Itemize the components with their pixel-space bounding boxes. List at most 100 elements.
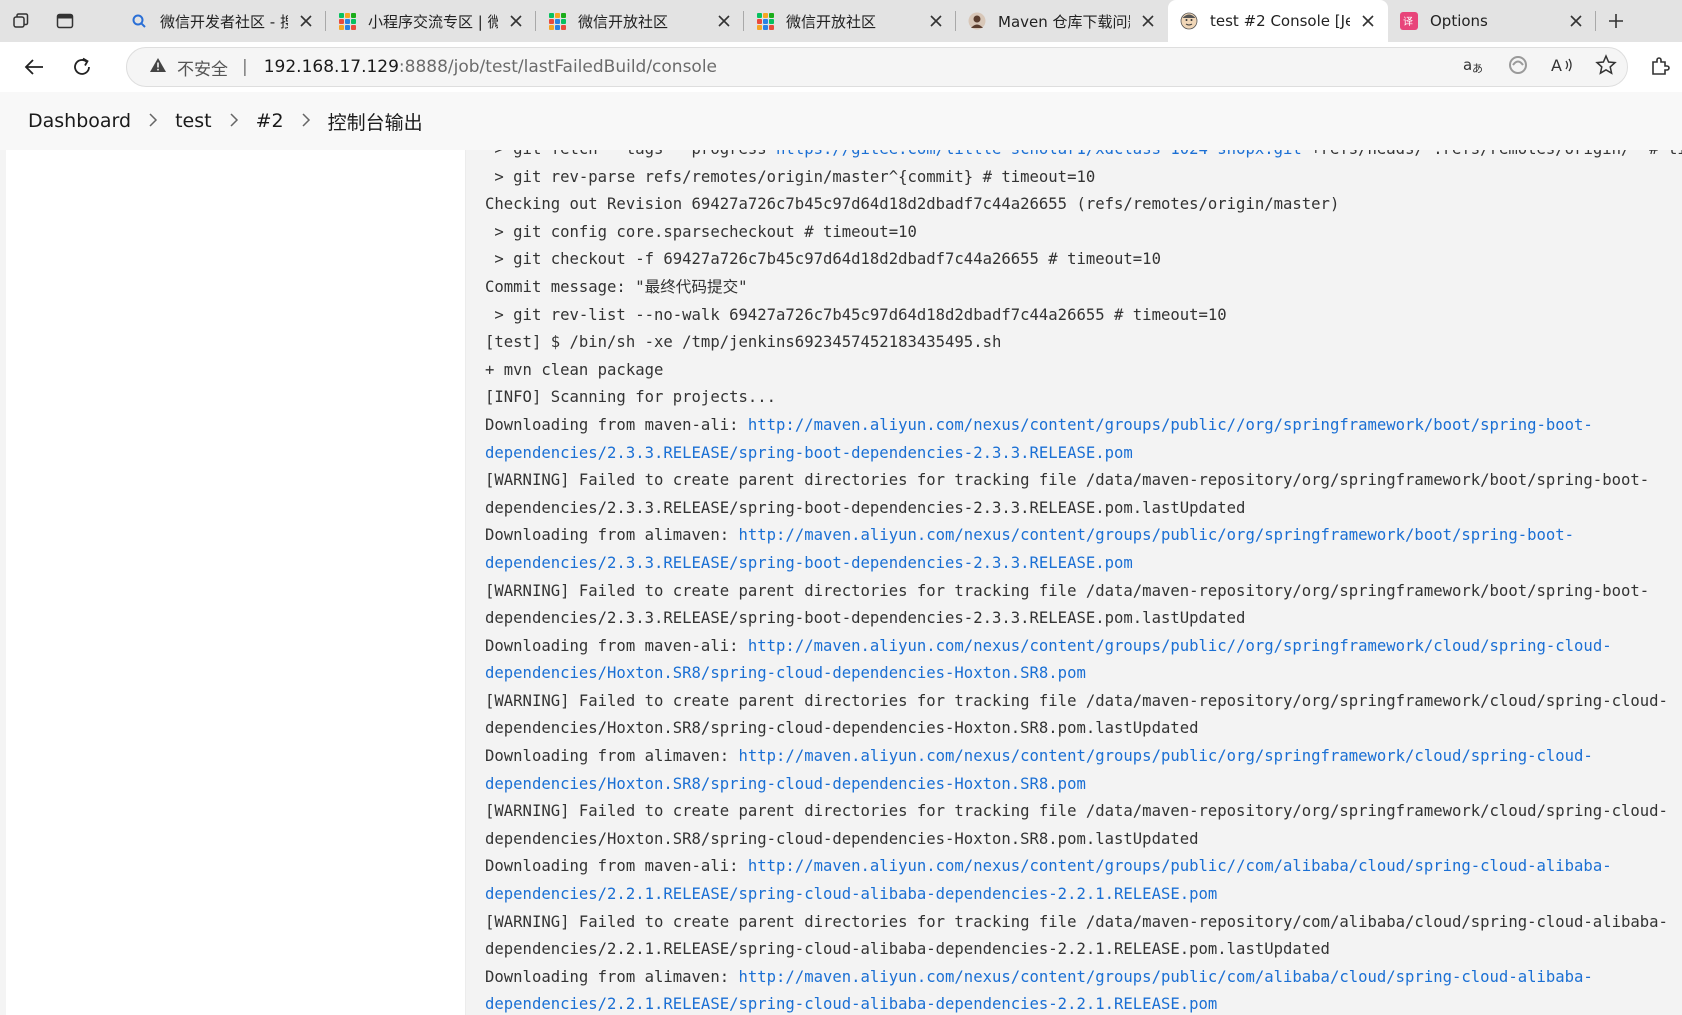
console-link[interactable]: http://maven.aliyun.com/nexus/content/gr… <box>738 747 1592 765</box>
console-line: Downloading from alimaven: http://maven.… <box>485 522 1675 550</box>
console-line: Downloading from alimaven: http://maven.… <box>485 743 1675 771</box>
translate-favicon-icon: 译 <box>1400 12 1418 30</box>
console-text: > git checkout -f 69427a726c7b45c97d64d1… <box>485 250 1161 269</box>
console-line: dependencies/Hoxton.SR8/spring-cloud-dep… <box>485 771 1675 799</box>
tab-title: 微信开放社区 <box>786 12 877 31</box>
extensions-puzzle-icon[interactable] <box>1640 47 1680 87</box>
console-output: > git fetch --tags --progress https://gi… <box>466 150 1682 1015</box>
read-aloud-translate-icon[interactable]: aあ <box>1463 55 1485 80</box>
console-line: > git fetch --tags --progress https://gi… <box>485 150 1682 164</box>
console-text: dependencies/Hoxton.SR8/spring-cloud-dep… <box>485 829 1199 848</box>
console-text: dependencies/2.3.3.RELEASE/spring-boot-d… <box>485 498 1246 517</box>
read-aloud-icon[interactable]: A <box>1551 55 1573 80</box>
console-text: [WARNING] Failed to create parent direct… <box>485 581 1650 600</box>
console-text: Downloading from maven-ali: <box>485 415 748 434</box>
breadcrumb-build[interactable]: #2 <box>256 110 284 132</box>
search-favicon-icon <box>130 12 148 30</box>
console-link[interactable]: http://maven.aliyun.com/nexus/content/gr… <box>748 857 1612 875</box>
close-tab-icon[interactable] <box>1138 11 1158 31</box>
console-text: +refs/heads/*:refs/remotes/origin/* # ti… <box>1302 150 1682 158</box>
console-text: Downloading from alimaven: <box>485 526 739 545</box>
console-line: dependencies/Hoxton.SR8/spring-cloud-dep… <box>485 826 1675 854</box>
browser-essentials-icon[interactable] <box>1507 54 1529 81</box>
console-line: dependencies/Hoxton.SR8/spring-cloud-dep… <box>485 715 1675 743</box>
console-link[interactable]: http://maven.aliyun.com/nexus/content/gr… <box>738 968 1592 986</box>
console-line: > git checkout -f 69427a726c7b45c97d64d1… <box>485 246 1675 274</box>
favorite-star-icon[interactable] <box>1595 53 1617 81</box>
console-text: > git fetch --tags --progress <box>485 150 776 158</box>
breadcrumb-console-output[interactable]: 控制台输出 <box>328 108 423 135</box>
console-line: Downloading from maven-ali: http://maven… <box>485 853 1675 881</box>
console-line: > git rev-list --no-walk 69427a726c7b45c… <box>485 302 1675 330</box>
wechat-community-favicon-icon <box>338 12 356 30</box>
console-line: Downloading from maven-ali: http://maven… <box>485 633 1675 661</box>
console-line: [test] $ /bin/sh -xe /tmp/jenkins6923457… <box>485 329 1675 357</box>
tab-options[interactable]: 译 Options <box>1388 0 1596 42</box>
console-text: + mvn clean package <box>485 360 664 379</box>
tab-wechat-open-community-1[interactable]: 微信开放社区 <box>536 0 744 42</box>
console-text: [INFO] Scanning for projects... <box>485 388 777 407</box>
console-text: > git rev-parse refs/remotes/origin/mast… <box>485 167 1096 186</box>
console-link[interactable]: http://maven.aliyun.com/nexus/content/gr… <box>748 637 1612 655</box>
tab-wechat-search[interactable]: 微信开发者社区 - 搜索 <box>118 0 326 42</box>
address-bar[interactable]: 不安全 | 192.168.17.129 :8888/job/test/last… <box>126 47 1628 87</box>
chevron-right-icon <box>212 112 256 131</box>
console-link[interactable]: dependencies/2.2.1.RELEASE/spring-cloud-… <box>485 885 1217 903</box>
tab-title: 小程序交流专区 | 微信 <box>368 12 498 31</box>
tab-miniprogram-forum[interactable]: 小程序交流专区 | 微信 <box>326 0 536 42</box>
back-arrow-icon[interactable] <box>10 47 58 87</box>
browser-toolbar: 不安全 | 192.168.17.129 :8888/job/test/last… <box>0 42 1682 92</box>
console-text: dependencies/2.2.1.RELEASE/spring-cloud-… <box>485 940 1330 959</box>
console-text: > git rev-list --no-walk 69427a726c7b45c… <box>485 305 1227 324</box>
security-label[interactable]: 不安全 <box>177 55 228 80</box>
close-tab-icon[interactable] <box>926 11 946 31</box>
close-tab-icon[interactable] <box>1566 11 1586 31</box>
console-line: Downloading from alimaven: http://maven.… <box>485 964 1675 992</box>
console-link[interactable]: dependencies/2.3.3.RELEASE/spring-boot-d… <box>485 554 1133 572</box>
console-line: Commit message: "最终代码提交" <box>485 274 1675 302</box>
console-text: dependencies/Hoxton.SR8/spring-cloud-dep… <box>485 719 1199 738</box>
workspaces-icon[interactable] <box>0 0 42 42</box>
console-text: Downloading from maven-ali: <box>485 857 748 876</box>
breadcrumb-job[interactable]: test <box>175 110 212 132</box>
tab-title: Options <box>1430 12 1488 30</box>
close-tab-icon[interactable] <box>714 11 734 31</box>
console-line: dependencies/2.3.3.RELEASE/spring-boot-d… <box>485 440 1675 468</box>
close-tab-icon[interactable] <box>506 11 526 31</box>
tab-strip: 微信开发者社区 - 搜索 小程序交流专区 | 微信 微信开放社区 微信开放社区 <box>0 0 1682 42</box>
console-text: [WARNING] Failed to create parent direct… <box>485 912 1668 931</box>
console-text: Commit message: "最终代码提交" <box>485 277 748 296</box>
vertical-tabs-icon[interactable] <box>44 0 86 42</box>
console-link[interactable]: dependencies/2.2.1.RELEASE/spring-cloud-… <box>485 995 1217 1013</box>
console-link[interactable]: https://gitee.com/little-scholar1/xdclas… <box>776 150 1302 158</box>
url-host: 192.168.17.129 <box>263 57 399 77</box>
side-panel <box>0 150 466 1015</box>
console-line: [WARNING] Failed to create parent direct… <box>485 467 1675 495</box>
console-text: [WARNING] Failed to create parent direct… <box>485 802 1668 821</box>
console-text: [test] $ /bin/sh -xe /tmp/jenkins6923457… <box>485 333 1002 352</box>
close-tab-icon[interactable] <box>1358 11 1378 31</box>
console-link[interactable]: dependencies/2.3.3.RELEASE/spring-boot-d… <box>485 444 1133 462</box>
console-text: > git config core.sparsecheckout # timeo… <box>485 222 917 241</box>
console-text: dependencies/2.3.3.RELEASE/spring-boot-d… <box>485 609 1246 628</box>
console-text: Downloading from alimaven: <box>485 967 739 986</box>
reload-icon[interactable] <box>58 47 106 87</box>
close-tab-icon[interactable] <box>296 11 316 31</box>
console-line: dependencies/2.2.1.RELEASE/spring-cloud-… <box>485 881 1675 909</box>
console-link[interactable]: dependencies/Hoxton.SR8/spring-cloud-dep… <box>485 775 1086 793</box>
console-line: [WARNING] Failed to create parent direct… <box>485 798 1675 826</box>
tab-wechat-open-community-2[interactable]: 微信开放社区 <box>744 0 956 42</box>
console-link[interactable]: http://maven.aliyun.com/nexus/content/gr… <box>738 526 1574 544</box>
svg-text:a: a <box>1463 56 1472 74</box>
tab-jenkins-console[interactable]: test #2 Console [Jenkins] <box>1168 0 1388 42</box>
console-link[interactable]: http://maven.aliyun.com/nexus/content/gr… <box>748 416 1593 434</box>
tab-maven-question[interactable]: Maven 仓库下载问题 <box>956 0 1168 42</box>
breadcrumb-dashboard[interactable]: Dashboard <box>28 110 131 132</box>
warning-icon[interactable] <box>149 57 167 77</box>
console-link[interactable]: dependencies/Hoxton.SR8/spring-cloud-dep… <box>485 664 1086 682</box>
chevron-right-icon <box>284 112 328 131</box>
console-line: dependencies/2.2.1.RELEASE/spring-cloud-… <box>485 991 1675 1015</box>
console-text: Checking out Revision 69427a726c7b45c97d… <box>485 195 1340 214</box>
console-text: [WARNING] Failed to create parent direct… <box>485 471 1650 490</box>
new-tab-icon[interactable] <box>1596 0 1636 42</box>
